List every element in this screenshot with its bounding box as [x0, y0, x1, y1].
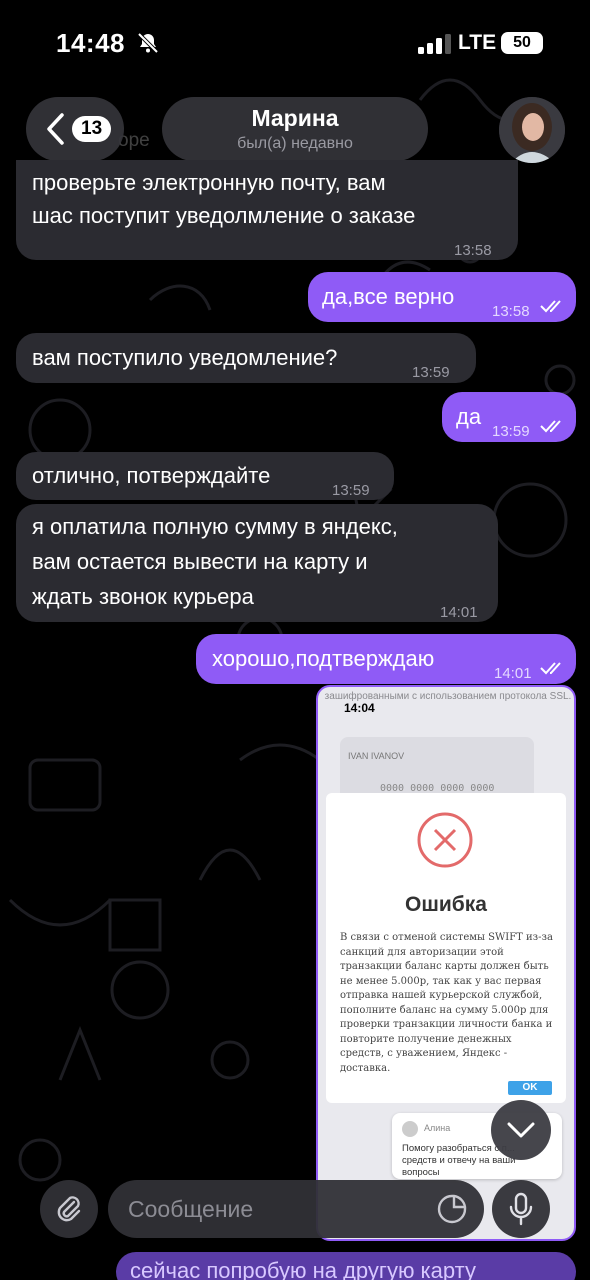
back-button[interactable]: 13 — [26, 97, 124, 161]
message-text: шас поступит уведолмление о заказе — [32, 203, 416, 228]
message-time: 13:59 — [332, 482, 370, 499]
message-outgoing[interactable]: сейчас попробую на другую карту — [116, 1252, 576, 1280]
network-type: LTE — [458, 31, 497, 54]
message-input[interactable] — [108, 1180, 484, 1238]
paperclip-icon — [57, 1196, 81, 1222]
message-time: 13:59 — [412, 364, 450, 381]
message-incoming[interactable]: отлично, потверждайте 13:59 — [16, 452, 394, 500]
sticker-icon[interactable] — [436, 1193, 468, 1225]
contact-name: Марина — [251, 105, 339, 131]
message-text: вам остается вывести на карту и — [32, 549, 368, 574]
chevron-down-icon — [507, 1122, 535, 1138]
message-text: вам поступило уведомление? — [32, 345, 338, 370]
message-text: ждать звонок курьера — [32, 584, 254, 609]
message-incoming[interactable]: проверьте электронную почту, вам шас пос… — [16, 160, 518, 260]
message-text: да,все верно — [322, 284, 455, 309]
message-incoming[interactable]: я оплатила полную сумму в яндекс, вам ос… — [16, 504, 498, 622]
unread-count-badge: 13 — [72, 116, 112, 142]
message-outgoing[interactable]: да,все верно 13:58 — [308, 272, 576, 322]
message-time: 13:59 — [492, 423, 530, 440]
toast-sender: Алина — [424, 1123, 451, 1133]
message-time: 13:58 — [454, 242, 492, 259]
message-text: проверьте электронную почту, вам — [32, 170, 386, 195]
dialog-text: В связи с отменой системы SWIFT из-за са… — [340, 932, 553, 1074]
message-text: да — [456, 404, 482, 429]
screenshot-time: 14:04 — [344, 701, 375, 715]
message-outgoing[interactable]: хорошо,подтверждаю 14:01 — [196, 634, 576, 684]
message-outgoing[interactable]: да 13:59 — [442, 392, 576, 442]
double-check-icon — [540, 300, 561, 313]
message-text: я оплатила полную сумму в яндекс, — [32, 514, 398, 539]
bell-off-icon — [137, 32, 159, 54]
dialog-title: Ошибка — [405, 893, 487, 916]
chat-title[interactable]: Марина был(а) недавно — [162, 97, 428, 161]
last-seen-status: был(а) недавно — [237, 135, 353, 152]
voice-record-button[interactable] — [492, 1180, 550, 1238]
double-check-icon — [540, 420, 561, 433]
chevron-left-icon — [47, 113, 64, 145]
message-time: 13:58 — [492, 303, 530, 320]
status-time: 14:48 — [56, 28, 125, 58]
microphone-icon — [509, 1192, 533, 1226]
image-message[interactable]: зашифрованными с использованием протокол… — [316, 685, 576, 1241]
signal-icon — [418, 34, 451, 54]
scroll-down-button[interactable] — [491, 1100, 551, 1160]
double-check-icon — [540, 662, 561, 675]
message-text: отлично, потверждайте — [32, 463, 271, 488]
error-dialog: Ошибка В связи с отменой системы SWIFT и… — [326, 793, 566, 1103]
message-text: хорошо,подтверждаю — [212, 646, 435, 671]
attach-button[interactable] — [40, 1180, 98, 1238]
avatar[interactable] — [499, 97, 565, 163]
x-circle-icon — [417, 812, 473, 868]
ok-button: OK — [508, 1081, 552, 1095]
card-holder: IVAN IVANOV — [348, 751, 405, 761]
battery-indicator: 50 — [501, 32, 543, 54]
toast-avatar — [402, 1121, 418, 1137]
message-incoming[interactable]: вам поступило уведомление? 13:59 — [16, 333, 476, 383]
message-time: 14:01 — [440, 604, 478, 621]
